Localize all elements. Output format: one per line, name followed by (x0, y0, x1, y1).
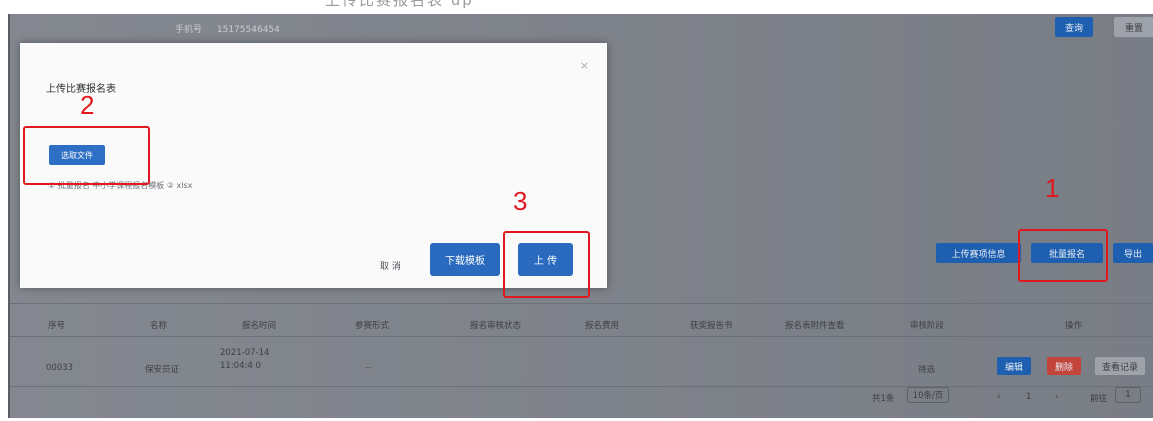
close-icon[interactable]: × (580, 59, 589, 72)
goto-input[interactable]: 1 (1115, 387, 1141, 403)
row-edit-button[interactable]: 编辑 (997, 357, 1031, 375)
col-header: 报名费用 (585, 321, 620, 331)
table-header-border (10, 336, 1153, 337)
next-page-button[interactable]: › (1055, 392, 1058, 402)
upload-dialog: 上传比赛报名表 × 选取文件 ① 批量报名 中小学课程报名模板 ② xlsx 取… (20, 43, 607, 288)
page-size-select[interactable]: 10条/页 (907, 387, 949, 403)
row-view-button[interactable]: 查看记录 (1095, 357, 1145, 375)
annotation-step2: 2 (80, 90, 95, 120)
phone-filter: 手机号 15175546454 (175, 22, 280, 35)
batch-signup-button[interactable]: 批量报名 (1031, 243, 1103, 263)
row-id: 00033 (46, 363, 74, 373)
current-page[interactable]: 1 (1026, 392, 1031, 402)
phone-value[interactable]: 15175546454 (217, 25, 280, 35)
download-template-button[interactable]: 下载模板 (430, 243, 500, 276)
choose-file-button[interactable]: 选取文件 (49, 145, 105, 165)
col-header: 操作 (1065, 321, 1083, 331)
file-hint: ① 批量报名 中小学课程报名模板 ② xlsx (48, 181, 193, 190)
upload-button[interactable]: 上 传 (518, 243, 573, 276)
col-header: 报名表附件查看 (785, 321, 845, 331)
col-header: 报名时间 (242, 321, 277, 331)
pager-total: 共1条 (872, 394, 895, 404)
col-header: 参赛形式 (355, 321, 390, 331)
table-bottom-border (10, 386, 1153, 387)
search-button[interactable]: 查询 (1055, 17, 1093, 37)
phone-label: 手机号 (175, 25, 203, 35)
prev-page-button[interactable]: ‹ (997, 392, 1000, 402)
col-header: 获奖报告书 (690, 321, 733, 331)
annotation-step1: 1 (1045, 173, 1060, 203)
col-header: 名称 (150, 321, 168, 331)
upload-result-button[interactable]: 上传赛项信息 (936, 243, 1021, 263)
export-button[interactable]: 导出 (1113, 243, 1153, 263)
reset-button[interactable]: 重置 (1114, 17, 1153, 37)
annotation-step3: 3 (513, 186, 528, 216)
row-delete-button[interactable]: 删除 (1047, 357, 1081, 375)
row-name: 保安员证 (145, 365, 180, 375)
col-header: 序号 (48, 321, 66, 331)
row-stage: 待选 (918, 365, 936, 375)
col-header: 审核阶段 (910, 321, 945, 331)
cancel-button[interactable]: 取 消 (380, 259, 401, 272)
col-header: 报名审核状态 (470, 321, 522, 331)
row-form: -- (365, 363, 372, 373)
table-top-border (10, 303, 1153, 304)
goto-label: 前往 (1090, 394, 1108, 404)
row-time: 2021-07-14 11:04:4 0 (220, 348, 270, 371)
top-caption: 上传比赛报名表 up (325, 0, 474, 9)
